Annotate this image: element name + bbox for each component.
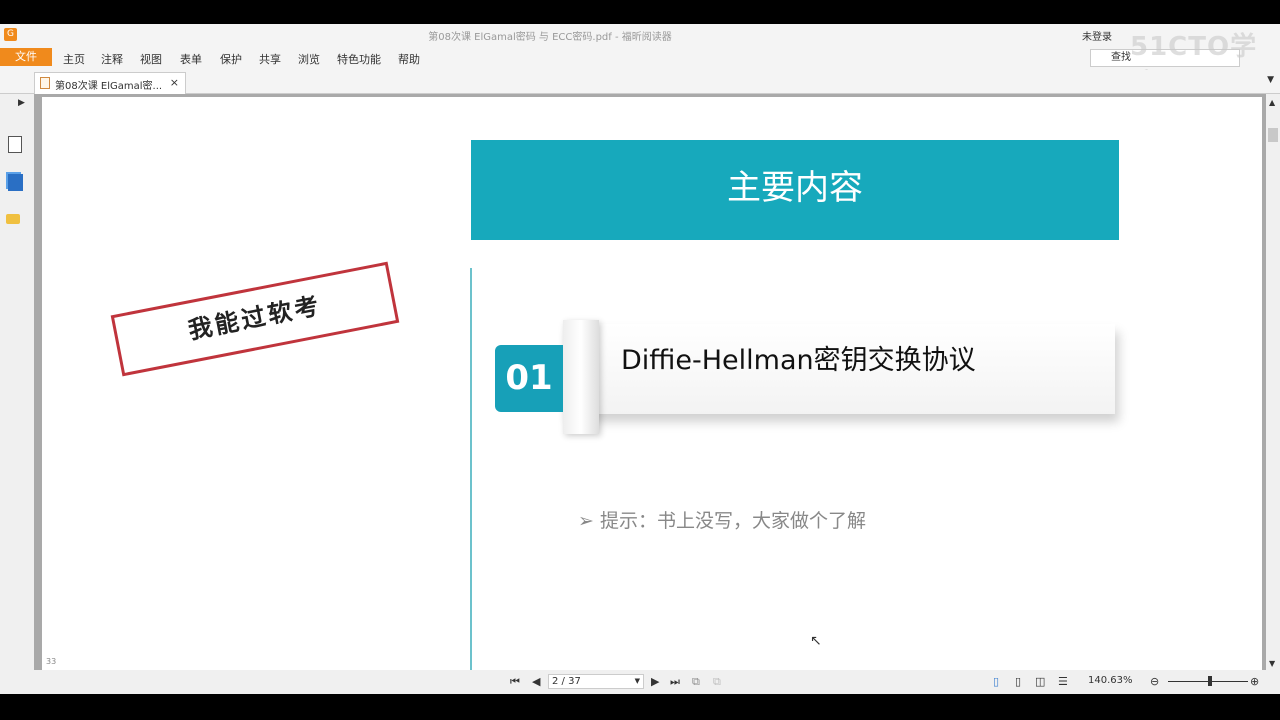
comments-icon[interactable] [6, 214, 20, 224]
expand-arrow-icon[interactable]: ▶ [18, 98, 25, 108]
page-number-value: 2 / 37 [552, 676, 581, 687]
hint-text: ➢ 提示：书上没写，大家做个了解 [578, 506, 866, 533]
layers-icon[interactable] [8, 174, 23, 191]
scroll-up-icon[interactable]: ▲ [1269, 98, 1275, 107]
chevron-down-icon[interactable]: ▼ [635, 675, 640, 688]
menu-protect[interactable]: 保护 [220, 51, 242, 67]
login-link[interactable]: 未登录 [1082, 28, 1112, 43]
banner-tab [563, 320, 599, 434]
page-number-input[interactable]: 2 / 37 ▼ [548, 674, 644, 689]
menu-view[interactable]: 视图 [140, 51, 162, 67]
menu-home[interactable]: 主页 [63, 51, 85, 67]
menu-form[interactable]: 表单 [180, 51, 202, 67]
menu-file[interactable]: 文件 [0, 48, 52, 66]
menu-browse[interactable]: 浏览 [298, 51, 320, 67]
continuous-facing-icon[interactable]: ☰ [1058, 675, 1068, 688]
next-page-icon[interactable]: ▶ [651, 675, 659, 688]
dropdown-arrow-icon[interactable]: ▼ [1267, 75, 1274, 85]
topic-number: 01 [495, 345, 563, 412]
menu-features[interactable]: 特色功能 [337, 51, 381, 67]
facing-icon[interactable]: ◫ [1035, 675, 1045, 688]
pages-icon[interactable] [8, 136, 22, 153]
close-tab-icon[interactable]: × [170, 76, 179, 89]
scroll-thumb[interactable] [1268, 128, 1278, 142]
prev-view-icon[interactable]: ⧉ [692, 675, 700, 689]
zoom-level[interactable]: 140.63% [1088, 675, 1133, 686]
prev-page-icon[interactable]: ◀ [532, 675, 540, 688]
menu-comment[interactable]: 注释 [101, 51, 123, 67]
topic-title: Diffie-Hellman密钥交换协议 [621, 345, 976, 376]
zoom-in-icon[interactable]: ⊕ [1250, 675, 1259, 688]
menu-share[interactable]: 共享 [259, 51, 281, 67]
tab-label: 第08次课 ElGamal密... [55, 81, 163, 92]
left-sidebar: ▶ [0, 94, 34, 670]
pdf-file-icon [40, 77, 50, 89]
zoom-out-icon[interactable]: ⊖ [1150, 675, 1159, 688]
continuous-icon[interactable]: ▯ [1015, 675, 1021, 688]
scroll-down-icon[interactable]: ▼ [1269, 659, 1275, 668]
menu-help[interactable]: 帮助 [398, 51, 420, 67]
zoom-slider-thumb[interactable] [1208, 676, 1212, 686]
last-page-icon[interactable]: ⏭ [670, 675, 680, 689]
mouse-cursor-icon: ↖ [810, 633, 822, 649]
single-page-icon[interactable]: ▯ [993, 675, 999, 688]
hint-label: 提示：书上没写，大家做个了解 [599, 510, 866, 532]
vertical-scrollbar[interactable]: ▲ ▼ [1266, 94, 1280, 670]
next-view-icon[interactable]: ⧉ [713, 675, 721, 689]
bullet-icon: ➢ [578, 510, 594, 532]
tab-bar: 第08次课 ElGamal密... × ▼ [0, 70, 1280, 94]
document-tab[interactable]: 第08次课 ElGamal密... × [34, 72, 186, 94]
title-bar: G 第08次课 ElGamal密码 与 ECC密码.pdf - 福昕阅读器 未登… [0, 24, 1280, 46]
divider-line [470, 268, 472, 670]
status-bar: ⏮ ◀ 2 / 37 ▼ ▶ ⏭ ⧉ ⧉ ▯ ▯ ◫ ☰ 140.63% ⊖ ⊕ [0, 670, 1280, 694]
first-page-icon[interactable]: ⏮ [510, 675, 520, 689]
page-footer-number: 33 [46, 657, 57, 666]
window-title: 第08次课 ElGamal密码 与 ECC密码.pdf - 福昕阅读器 [428, 32, 672, 43]
slide-header: 主要内容 [471, 140, 1119, 240]
menu-bar: 文件 主页 注释 视图 表单 保护 共享 浏览 特色功能 帮助 查找 [0, 46, 1280, 70]
